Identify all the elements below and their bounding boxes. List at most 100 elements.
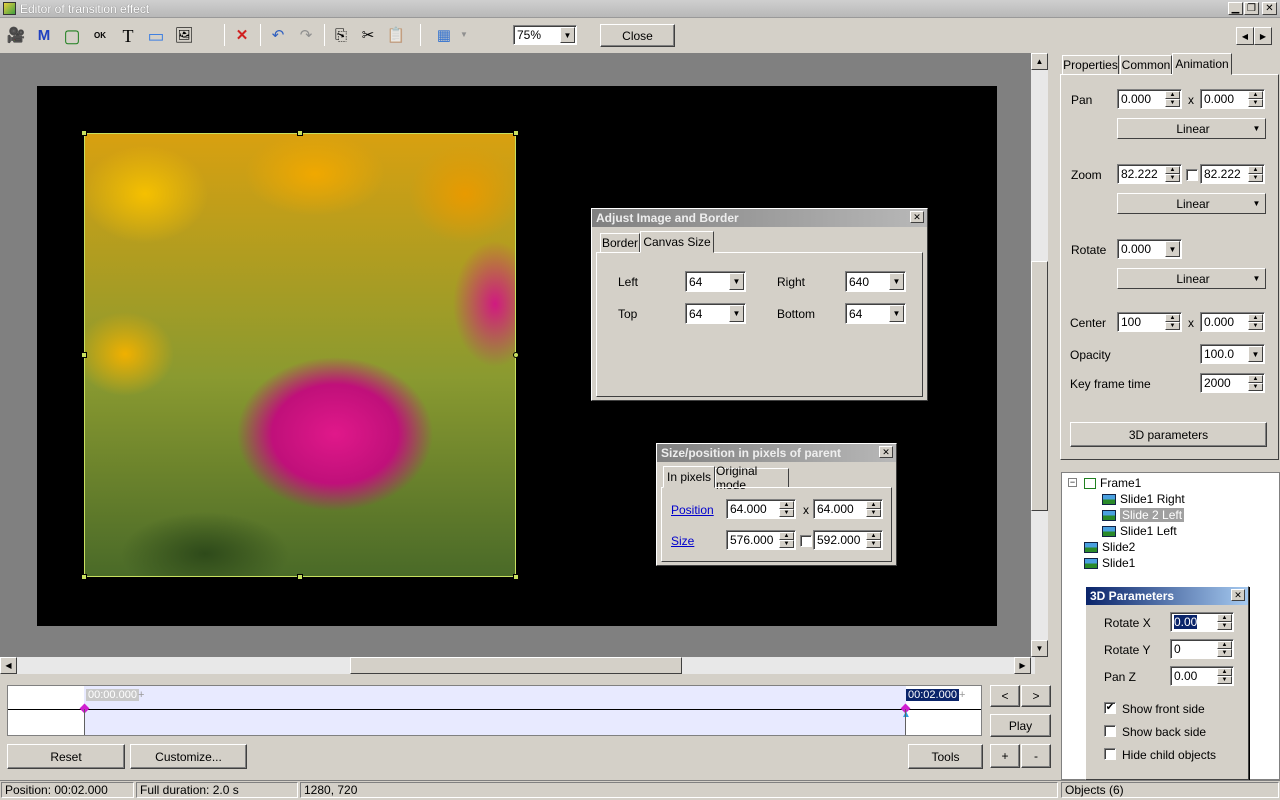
paste-icon[interactable]: 📋 [386, 26, 406, 46]
hide-child-objects-checkbox[interactable] [1104, 748, 1116, 760]
minimize-button[interactable]: ▁ [1228, 2, 1243, 15]
flower-image[interactable] [84, 133, 516, 577]
resize-handle[interactable] [513, 574, 519, 580]
lock-aspect-checkbox[interactable] [800, 535, 812, 547]
spin-up-icon[interactable]: ▲ [1248, 375, 1263, 383]
close-icon[interactable]: ✕ [879, 446, 893, 458]
position-y-input[interactable]: 64.000 ▲ ▼ [813, 499, 883, 519]
spin-up-icon[interactable]: ▲ [866, 532, 881, 540]
horizontal-scroll-thumb[interactable] [350, 657, 682, 674]
zoom-select[interactable]: 75% ▼ [513, 25, 577, 45]
nav-prev-button[interactable]: ◀ [1236, 27, 1254, 45]
rotate-x-input[interactable]: 0.00 ▲ ▼ [1170, 612, 1234, 632]
spin-up-icon[interactable]: ▲ [1248, 314, 1263, 322]
chevron-down-icon[interactable]: ▼ [729, 305, 744, 322]
tab-original-mode[interactable]: Original mode [715, 464, 789, 492]
grid-dropdown-icon[interactable]: ▼ [460, 30, 468, 39]
resize-handle[interactable] [81, 352, 87, 358]
show-front-side-checkbox[interactable]: ✔ [1104, 702, 1116, 714]
tree-collapse-icon[interactable]: − [1068, 478, 1077, 487]
restore-button[interactable]: ❐ [1244, 2, 1259, 15]
pan-y-input[interactable]: 0.000 ▲ ▼ [1200, 89, 1265, 109]
redo-icon[interactable]: ↷ [296, 26, 316, 46]
tab-border[interactable]: Border [600, 233, 640, 253]
ok-button-icon[interactable]: OK [90, 26, 110, 46]
text-icon[interactable]: T [118, 26, 138, 46]
close-window-button[interactable]: ✕ [1262, 2, 1277, 15]
resize-handle[interactable] [513, 130, 519, 136]
spin-down-icon[interactable]: ▼ [1217, 649, 1232, 657]
spin-down-icon[interactable]: ▼ [779, 509, 794, 517]
cut-icon[interactable]: ✂ [358, 26, 378, 46]
chevron-down-icon[interactable]: ▼ [560, 27, 575, 43]
pan-x-input[interactable]: 0.000 ▲ ▼ [1117, 89, 1182, 109]
size-link[interactable]: Size [671, 534, 694, 548]
chevron-down-icon[interactable]: ▼ [889, 273, 904, 290]
chevron-down-icon[interactable]: ▼ [1249, 270, 1264, 287]
right-select[interactable]: 640 ▼ [845, 271, 906, 292]
size-height-input[interactable]: 592.000 ▲ ▼ [813, 530, 883, 550]
chevron-down-icon[interactable]: ▼ [1249, 195, 1264, 212]
timeline[interactable]: 00:00.000 + 00:02.000 + ▲ [7, 685, 982, 736]
spin-down-icon[interactable]: ▼ [1248, 383, 1263, 391]
resize-handle[interactable] [81, 130, 87, 136]
position-x-input[interactable]: 64.000 ▲ ▼ [726, 499, 796, 519]
tab-animation[interactable]: Animation [1172, 53, 1232, 75]
timeline-next-button[interactable]: > [1021, 685, 1051, 707]
size-width-input[interactable]: 576.000 ▲ ▼ [726, 530, 796, 550]
tree-item-slide2[interactable]: Slide2 [1084, 539, 1135, 555]
tree-item-slide2-left[interactable]: Slide 2 Left [1102, 507, 1185, 523]
horizontal-scrollbar[interactable]: ◀ ▶ [0, 657, 1035, 674]
center-x-input[interactable]: 100 ▲ ▼ [1117, 312, 1182, 332]
tab-common[interactable]: Common [1120, 55, 1172, 75]
zoom-y-input[interactable]: 82.222 ▲ ▼ [1200, 164, 1265, 184]
chevron-down-icon[interactable]: ▼ [1165, 241, 1180, 257]
zoom-lock-checkbox[interactable] [1186, 169, 1198, 181]
rotate-mode-select[interactable]: Linear ▼ [1117, 268, 1266, 289]
add-keyframe-button[interactable]: + [990, 744, 1020, 768]
chevron-down-icon[interactable]: ▼ [1248, 346, 1263, 362]
rotate-y-input[interactable]: 0 ▲ ▼ [1170, 639, 1234, 659]
keyframe-time-input[interactable]: 2000 ▲ ▼ [1200, 373, 1265, 393]
show-back-side-checkbox[interactable] [1104, 725, 1116, 737]
tab-in-pixels[interactable]: In pixels [663, 466, 715, 488]
spin-up-icon[interactable]: ▲ [1165, 314, 1180, 322]
spin-down-icon[interactable]: ▼ [1248, 174, 1263, 182]
frame-icon[interactable]: ▢ [62, 26, 82, 46]
mask-icon[interactable]: M [34, 26, 54, 46]
spin-up-icon[interactable]: ▲ [866, 501, 881, 509]
vertical-scrollbar[interactable]: ▲ ▼ [1031, 53, 1048, 657]
pan-mode-select[interactable]: Linear ▼ [1117, 118, 1266, 139]
close-button[interactable]: Close [600, 24, 675, 47]
rectangle-icon[interactable]: ▭ [146, 26, 166, 46]
spin-down-icon[interactable]: ▼ [866, 509, 881, 517]
spin-up-icon[interactable]: ▲ [1248, 166, 1263, 174]
chevron-down-icon[interactable]: ▼ [889, 305, 904, 322]
spin-up-icon[interactable]: ▲ [1165, 91, 1180, 99]
spin-down-icon[interactable]: ▼ [1217, 676, 1232, 684]
tab-properties[interactable]: Properties [1062, 55, 1119, 75]
spin-down-icon[interactable]: ▼ [1217, 622, 1232, 630]
reset-button[interactable]: Reset [7, 744, 125, 769]
timeline-prev-button[interactable]: < [990, 685, 1020, 707]
spin-down-icon[interactable]: ▼ [866, 540, 881, 548]
image-icon[interactable]: 🖼 [174, 26, 194, 46]
3d-parameters-button[interactable]: 3D parameters [1070, 422, 1267, 447]
spin-up-icon[interactable]: ▲ [779, 532, 794, 540]
scroll-right-icon[interactable]: ▶ [1014, 657, 1031, 674]
spin-down-icon[interactable]: ▼ [1165, 99, 1180, 107]
position-link[interactable]: Position [671, 503, 714, 517]
zoom-mode-select[interactable]: Linear ▼ [1117, 193, 1266, 214]
resize-handle[interactable] [297, 130, 303, 136]
center-y-input[interactable]: 0.000 ▲ ▼ [1200, 312, 1265, 332]
resize-handle[interactable] [81, 574, 87, 580]
tree-item-slide1[interactable]: Slide1 [1084, 555, 1135, 571]
close-icon[interactable]: ✕ [1231, 589, 1245, 601]
customize-button[interactable]: Customize... [130, 744, 247, 769]
scroll-left-icon[interactable]: ◀ [0, 657, 17, 674]
tree-item-slide1-right[interactable]: Slide1 Right [1102, 491, 1185, 507]
spin-up-icon[interactable]: ▲ [1217, 614, 1232, 622]
grid-icon[interactable]: ▦ [434, 26, 454, 46]
top-select[interactable]: 64 ▼ [685, 303, 746, 324]
scroll-down-icon[interactable]: ▼ [1031, 640, 1048, 657]
